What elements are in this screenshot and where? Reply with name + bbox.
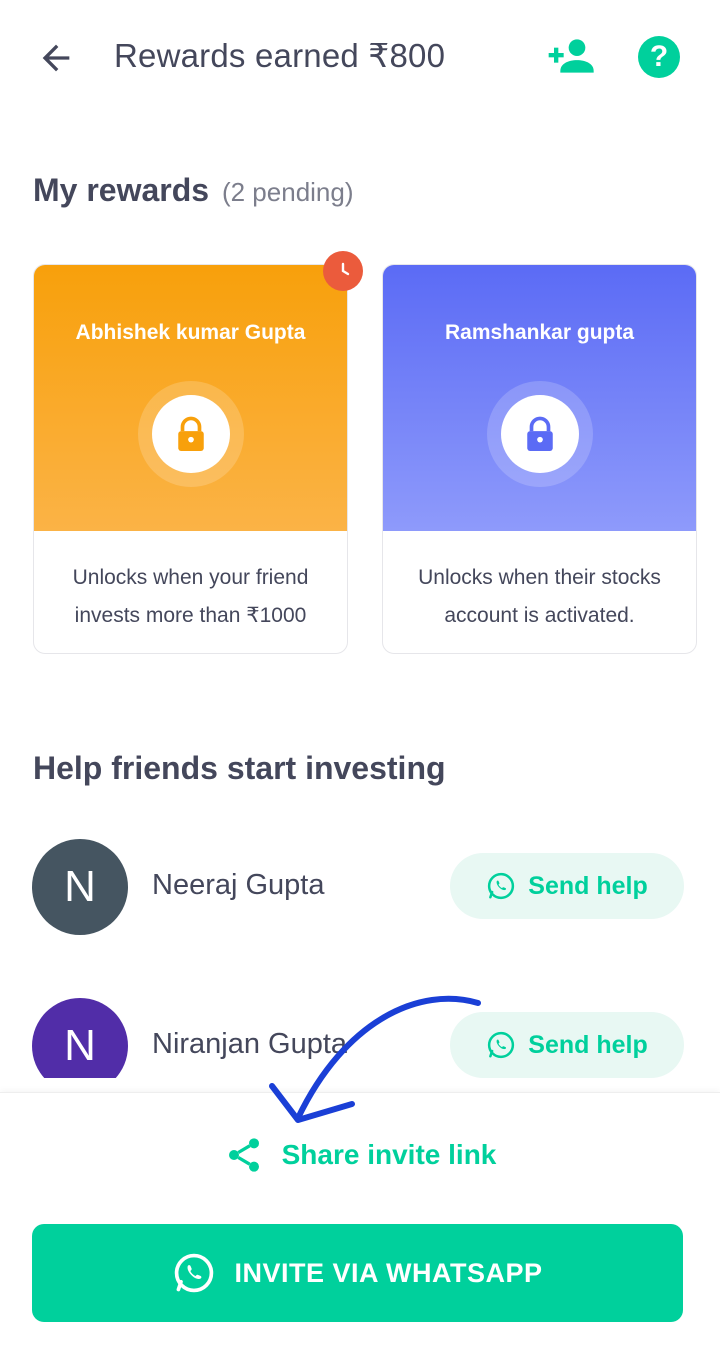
reward-card-description: Unlocks when your friend invests more th…: [72, 566, 309, 627]
page-title: Rewards earned ₹800: [114, 37, 446, 74]
reward-card-description: Unlocks when their stocks account is act…: [418, 566, 661, 627]
help-button[interactable]: ?: [638, 36, 680, 78]
lock-icon: [526, 416, 553, 451]
my-rewards-title: My rewards: [33, 172, 210, 208]
send-help-button[interactable]: Send help: [450, 853, 684, 919]
share-invite-link[interactable]: Share invite link: [0, 1135, 720, 1175]
back-button[interactable]: [32, 34, 80, 82]
add-friend-button[interactable]: [546, 34, 598, 78]
friend-row: N Niranjan Gupta Send help: [32, 998, 684, 1078]
pending-count: (2 pending): [221, 177, 354, 207]
reward-card-header: Abhishek kumar Gupta: [34, 265, 347, 531]
reward-card-header: Ramshankar gupta: [383, 265, 696, 531]
reward-card-name: Abhishek kumar Gupta: [75, 321, 306, 344]
arrow-left-icon: [42, 44, 70, 72]
invite-panel: Share invite link INVITE VIA WHATSAPP: [0, 1092, 720, 1359]
reward-card-name: Ramshankar gupta: [444, 321, 635, 344]
avatar: N: [32, 998, 128, 1078]
pending-badge: [323, 251, 363, 291]
help-circle-icon: ?: [649, 40, 669, 73]
avatar: N: [32, 839, 128, 935]
lock-halo: [486, 381, 593, 487]
send-help-button[interactable]: Send help: [450, 1012, 684, 1078]
invite-via-whatsapp-button[interactable]: INVITE VIA WHATSAPP: [32, 1224, 683, 1322]
whatsapp-icon: [175, 1253, 214, 1293]
my-rewards-heading: My rewards (2 pending): [33, 172, 354, 209]
help-friends-title: Help friends start investing: [33, 750, 446, 786]
person-add-icon: [548, 39, 594, 73]
lock-badge: [151, 395, 230, 473]
reward-card-ramshankar[interactable]: Ramshankar gupta Unlocks when their stoc…: [382, 264, 697, 654]
friend-row: N Neeraj Gupta Send help: [32, 839, 684, 935]
send-help-label: Send help: [528, 871, 648, 900]
whatsapp-icon: [488, 1031, 515, 1059]
send-help-label: Send help: [528, 1030, 648, 1059]
whatsapp-icon: [488, 872, 515, 900]
clock-icon: [341, 262, 350, 276]
friend-name: Neeraj Gupta: [152, 869, 325, 901]
app-header: Rewards earned ₹800 ?: [0, 0, 720, 112]
share-icon: [228, 1138, 259, 1172]
lock-badge: [500, 395, 579, 473]
invite-whatsapp-label: INVITE VIA WHATSAPP: [234, 1257, 543, 1288]
lock-icon: [177, 416, 204, 451]
reward-card-abhishek[interactable]: Abhishek kumar Gupta Unlocks when your f…: [33, 251, 363, 654]
share-invite-label: Share invite link: [281, 1139, 497, 1170]
friend-name: Niranjan Gupta: [152, 1028, 348, 1060]
lock-halo: [137, 381, 244, 487]
